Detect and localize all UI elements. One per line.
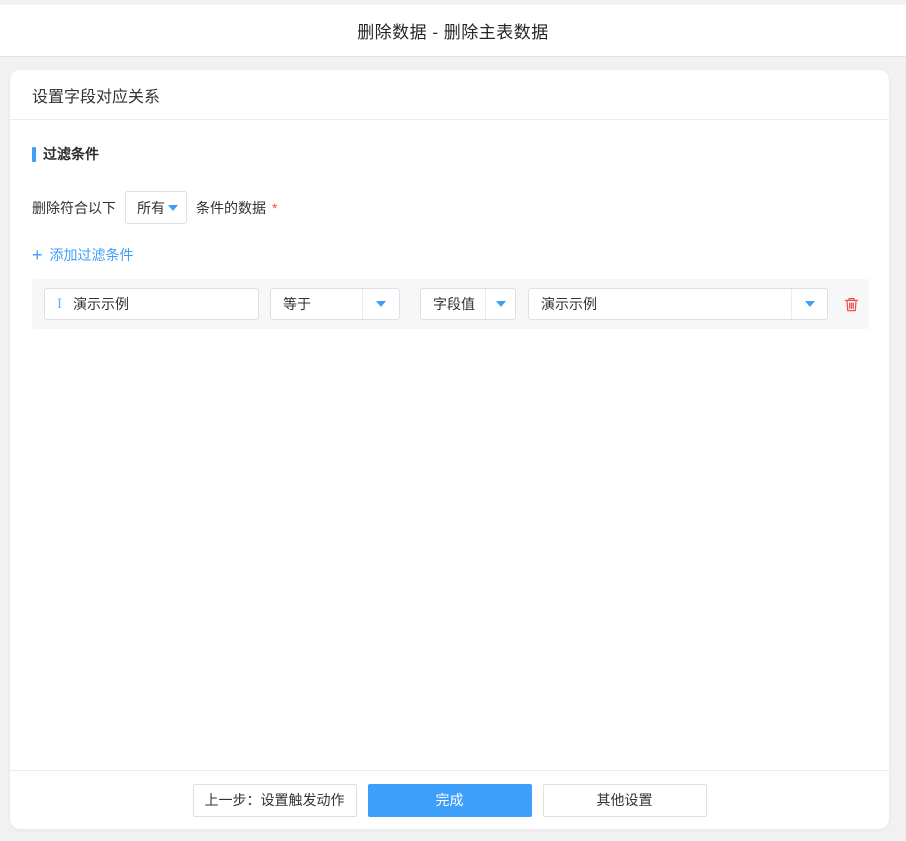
chevron-down-icon	[376, 301, 386, 307]
page-title: 删除数据 - 删除主表数据	[357, 18, 549, 43]
window-header: 删除数据 - 删除主表数据	[0, 5, 906, 57]
prev-step-button[interactable]: 上一步：设置触发动作	[193, 784, 357, 817]
panel-footer: 上一步：设置触发动作 完成 其他设置	[10, 770, 889, 829]
compare-value-select[interactable]: 演示示例	[528, 288, 828, 320]
add-filter-condition-link[interactable]: + 添加过滤条件	[32, 245, 134, 265]
condition-scope-value: 所有	[137, 198, 165, 218]
chevron-down-icon	[805, 301, 815, 307]
operator-select[interactable]: 等于	[270, 288, 400, 320]
done-button[interactable]: 完成	[368, 784, 532, 817]
required-asterisk: *	[272, 200, 277, 216]
text-type-icon: I	[57, 297, 62, 312]
filter-field-value: 演示示例	[73, 294, 129, 314]
other-settings-button[interactable]: 其他设置	[543, 784, 707, 817]
value-type-value: 字段值	[421, 294, 485, 314]
operator-value: 等于	[271, 294, 362, 314]
panel-body: 过滤条件 删除符合以下 所有 条件的数据 * + 添加过滤条件 I 演示示例 等…	[10, 120, 889, 329]
filter-field-input[interactable]: I 演示示例	[44, 288, 259, 320]
compare-value: 演示示例	[529, 294, 791, 314]
chevron-down-icon	[168, 205, 178, 211]
condition-scope-select[interactable]: 所有	[125, 191, 187, 224]
panel-title: 设置字段对应关系	[32, 83, 160, 107]
main-panel: 设置字段对应关系 过滤条件 删除符合以下 所有 条件的数据 * + 添加过滤条件…	[10, 70, 889, 829]
chevron-down-icon	[496, 301, 506, 307]
condition-line: 删除符合以下 所有 条件的数据 *	[32, 191, 869, 224]
trash-icon[interactable]	[843, 296, 860, 313]
filter-condition-row: I 演示示例 等于 字段值 演示示例	[32, 279, 869, 329]
condition-suffix-text: 条件的数据	[196, 198, 266, 218]
add-filter-condition-label: 添加过滤条件	[50, 245, 134, 265]
compare-value-caret-zone	[791, 289, 827, 319]
value-type-caret-zone	[485, 289, 515, 319]
panel-header: 设置字段对应关系	[10, 70, 889, 120]
section-marker-bar	[32, 147, 36, 162]
condition-prefix-text: 删除符合以下	[32, 198, 116, 218]
operator-caret-zone	[362, 289, 399, 319]
filter-section-title-text: 过滤条件	[43, 144, 99, 164]
plus-icon: +	[32, 246, 43, 264]
value-type-select[interactable]: 字段值	[420, 288, 516, 320]
filter-section-title: 过滤条件	[32, 144, 869, 164]
